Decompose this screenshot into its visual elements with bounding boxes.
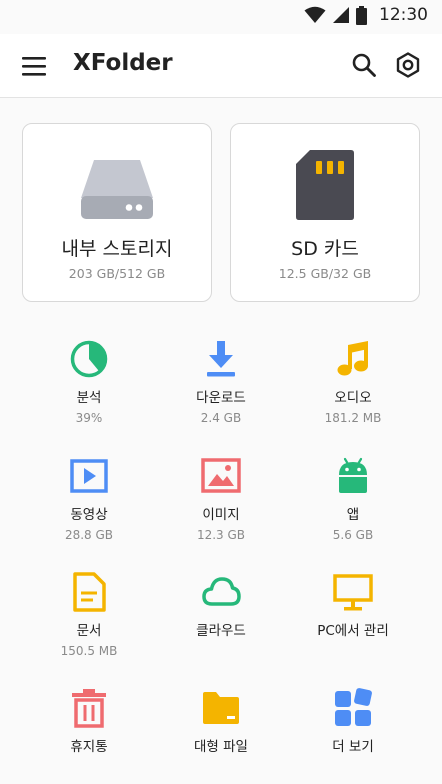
menu-icon[interactable]	[22, 54, 48, 78]
storage-size: 203 GB/512 GB	[68, 266, 166, 281]
category-label: 분석	[76, 390, 102, 406]
app-bar: XFolder	[0, 34, 442, 98]
search-icon[interactable]	[351, 52, 377, 78]
category-subtext: 2.4 GB	[200, 411, 242, 425]
category-cloud[interactable]: 클라우드	[151, 572, 291, 639]
settings-icon[interactable]	[394, 51, 422, 79]
category-label: 동영상	[70, 507, 108, 523]
sd-card-icon	[296, 150, 354, 220]
monitor-icon	[333, 574, 373, 611]
category-label: 대형 파일	[194, 739, 248, 755]
cloud-icon	[202, 577, 241, 606]
category-apps[interactable]: 앱 5.6 GB	[283, 456, 423, 542]
category-label: 다운로드	[196, 390, 246, 406]
internal-storage-card[interactable]: 내부 스토리지 203 GB/512 GB	[22, 123, 212, 302]
music-note-icon	[337, 341, 368, 376]
download-icon	[207, 341, 235, 377]
wifi-icon	[304, 6, 326, 23]
category-pc-manage[interactable]: PC에서 관리	[283, 572, 423, 639]
status-icons: 12:30	[304, 5, 428, 25]
image-icon	[201, 458, 241, 493]
video-icon	[70, 459, 108, 493]
category-subtext: 28.8 GB	[64, 528, 114, 542]
category-documents[interactable]: 문서 150.5 MB	[19, 572, 159, 658]
category-audio[interactable]: 오디오 181.2 MB	[283, 339, 423, 425]
category-download[interactable]: 다운로드 2.4 GB	[151, 339, 291, 425]
pie-chart-icon	[70, 340, 108, 378]
hard-drive-icon	[81, 160, 153, 219]
category-label: 오디오	[334, 390, 372, 406]
status-time: 12:30	[379, 5, 428, 25]
trash-icon	[72, 689, 106, 728]
category-subtext: 12.3 GB	[196, 528, 246, 542]
category-subtext: 5.6 GB	[332, 528, 374, 542]
category-subtext: 150.5 MB	[60, 644, 118, 658]
cell-signal-icon	[333, 7, 349, 23]
category-label: 더 보기	[332, 739, 374, 755]
category-large-files[interactable]: 대형 파일	[151, 688, 291, 755]
app-title: XFolder	[73, 50, 173, 76]
storage-size: 12.5 GB/32 GB	[278, 266, 372, 281]
category-trash[interactable]: 휴지통	[19, 688, 159, 755]
android-icon	[339, 457, 367, 493]
folder-icon	[203, 692, 239, 724]
battery-icon	[356, 5, 367, 25]
more-apps-icon	[335, 688, 372, 726]
category-label: 앱	[346, 507, 360, 523]
category-subtext: 181.2 MB	[324, 411, 382, 425]
category-label: PC에서 관리	[317, 623, 389, 639]
main-content: 내부 스토리지 203 GB/512 GB SD 카드 12.5 GB/32 G…	[0, 98, 442, 784]
document-icon	[73, 572, 106, 612]
category-label: 클라우드	[196, 623, 246, 639]
storage-name: SD 카드	[291, 238, 359, 260]
category-label: 휴지통	[70, 739, 108, 755]
category-subtext: 39%	[75, 411, 103, 425]
category-more[interactable]: 더 보기	[283, 688, 423, 755]
category-analysis[interactable]: 분석 39%	[19, 339, 159, 425]
category-label: 문서	[76, 623, 102, 639]
status-bar: 12:30	[0, 0, 442, 34]
category-image[interactable]: 이미지 12.3 GB	[151, 456, 291, 542]
sd-card-storage-card[interactable]: SD 카드 12.5 GB/32 GB	[230, 123, 420, 302]
storage-name: 내부 스토리지	[61, 238, 173, 260]
category-label: 이미지	[202, 507, 240, 523]
category-video[interactable]: 동영상 28.8 GB	[19, 456, 159, 542]
